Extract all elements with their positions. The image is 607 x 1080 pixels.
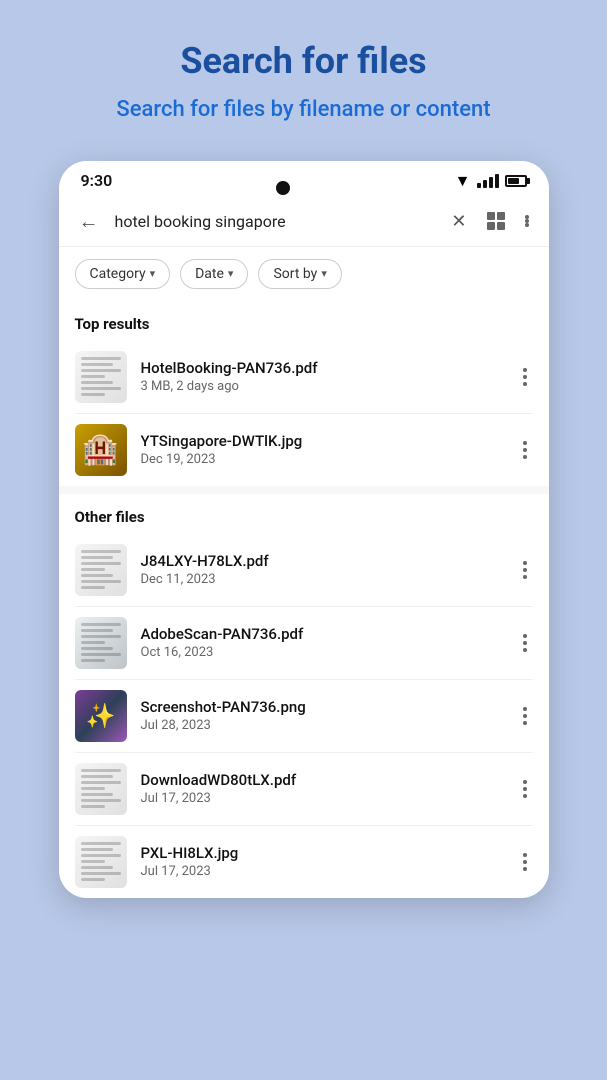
thumb-lines bbox=[75, 544, 127, 595]
camera-dot bbox=[276, 181, 290, 195]
file-thumbnail bbox=[75, 763, 127, 815]
file-info: PXL-HI8LX.jpg Jul 17, 2023 bbox=[141, 844, 503, 879]
list-item[interactable]: AdobeScan-PAN736.pdf Oct 16, 2023 bbox=[59, 607, 549, 679]
status-bar: 9:30 ▼ bbox=[59, 161, 549, 197]
other-files-section: Other files J84LXY-H78LX.pdf Dec 11, 202… bbox=[59, 494, 549, 898]
status-icons: ▼ bbox=[455, 171, 527, 191]
battery-icon bbox=[505, 175, 527, 187]
page-title: Search for files bbox=[116, 40, 490, 82]
file-info: Screenshot-PAN736.png Jul 28, 2023 bbox=[141, 698, 503, 733]
file-more-button[interactable] bbox=[517, 364, 533, 390]
signal-bars bbox=[477, 174, 499, 188]
top-results-title: Top results bbox=[59, 301, 549, 341]
thumb-lines bbox=[75, 351, 127, 402]
file-info: DownloadWD80tLX.pdf Jul 17, 2023 bbox=[141, 771, 503, 806]
file-info: HotelBooking-PAN736.pdf 3 MB, 2 days ago bbox=[141, 359, 503, 394]
file-name: DownloadWD80tLX.pdf bbox=[141, 771, 503, 789]
status-time: 9:30 bbox=[81, 171, 113, 190]
file-more-button[interactable] bbox=[517, 703, 533, 729]
sort-filter[interactable]: Sort by ▾ bbox=[258, 259, 341, 289]
other-files-title: Other files bbox=[59, 494, 549, 534]
file-name: Screenshot-PAN736.png bbox=[141, 698, 503, 716]
file-info: AdobeScan-PAN736.pdf Oct 16, 2023 bbox=[141, 625, 503, 660]
file-more-button[interactable] bbox=[517, 557, 533, 583]
date-chevron-icon: ▾ bbox=[228, 267, 234, 280]
file-name: AdobeScan-PAN736.pdf bbox=[141, 625, 503, 643]
file-thumbnail bbox=[75, 544, 127, 596]
file-thumbnail bbox=[75, 836, 127, 888]
file-thumbnail bbox=[75, 617, 127, 669]
thumb-lines bbox=[75, 836, 127, 887]
signal-bar-2 bbox=[483, 180, 487, 188]
search-bar: ← hotel booking singapore ✕ bbox=[59, 197, 549, 247]
thumb-lines bbox=[75, 617, 127, 668]
file-thumbnail: ✨ bbox=[75, 690, 127, 742]
file-meta: Dec 11, 2023 bbox=[141, 572, 503, 587]
file-meta: Jul 17, 2023 bbox=[141, 864, 503, 879]
more-options-button[interactable] bbox=[521, 211, 533, 231]
sort-chevron-icon: ▾ bbox=[321, 267, 327, 280]
file-more-button[interactable] bbox=[517, 776, 533, 802]
list-item[interactable]: J84LXY-H78LX.pdf Dec 11, 2023 bbox=[59, 534, 549, 606]
sort-label: Sort by bbox=[273, 266, 317, 282]
file-more-button[interactable] bbox=[517, 849, 533, 875]
section-divider bbox=[59, 486, 549, 494]
search-back-button[interactable]: ← bbox=[75, 205, 103, 238]
wifi-icon: ▼ bbox=[455, 171, 471, 191]
file-name: YTSingapore-DWTlK.jpg bbox=[141, 432, 503, 450]
file-meta: Jul 17, 2023 bbox=[141, 791, 503, 806]
phone-frame: 9:30 ▼ ← hotel booking singapore ✕ bbox=[59, 161, 549, 898]
thumb-lines bbox=[75, 763, 127, 814]
file-more-button[interactable] bbox=[517, 437, 533, 463]
grid-icon bbox=[487, 212, 505, 230]
category-label: Category bbox=[90, 266, 146, 282]
file-more-button[interactable] bbox=[517, 630, 533, 656]
top-results-section: Top results HotelBooking-PAN736.pdf 3 MB… bbox=[59, 301, 549, 486]
signal-bar-1 bbox=[477, 183, 481, 188]
page-subtitle: Search for files by filename or content bbox=[116, 96, 490, 125]
file-thumbnail bbox=[75, 351, 127, 403]
file-meta: Oct 16, 2023 bbox=[141, 645, 503, 660]
search-query[interactable]: hotel booking singapore bbox=[115, 212, 436, 231]
date-label: Date bbox=[195, 266, 224, 282]
list-item[interactable]: ✨ Screenshot-PAN736.png Jul 28, 2023 bbox=[59, 680, 549, 752]
stars-icon: ✨ bbox=[86, 702, 116, 730]
file-info: J84LXY-H78LX.pdf Dec 11, 2023 bbox=[141, 552, 503, 587]
signal-bar-3 bbox=[489, 177, 493, 188]
file-name: J84LXY-H78LX.pdf bbox=[141, 552, 503, 570]
list-item[interactable]: PXL-HI8LX.jpg Jul 17, 2023 bbox=[59, 826, 549, 898]
grid-view-button[interactable] bbox=[483, 208, 509, 234]
list-item[interactable]: DownloadWD80tLX.pdf Jul 17, 2023 bbox=[59, 753, 549, 825]
file-meta: 3 MB, 2 days ago bbox=[141, 379, 503, 394]
file-meta: Jul 28, 2023 bbox=[141, 718, 503, 733]
date-filter[interactable]: Date ▾ bbox=[180, 259, 248, 289]
search-clear-button[interactable]: ✕ bbox=[447, 207, 470, 236]
list-item[interactable]: HotelBooking-PAN736.pdf 3 MB, 2 days ago bbox=[59, 341, 549, 413]
file-info: YTSingapore-DWTlK.jpg Dec 19, 2023 bbox=[141, 432, 503, 467]
file-thumbnail: 🏨 bbox=[75, 424, 127, 476]
category-chevron-icon: ▾ bbox=[150, 267, 156, 280]
category-filter[interactable]: Category ▾ bbox=[75, 259, 171, 289]
filter-bar: Category ▾ Date ▾ Sort by ▾ bbox=[59, 247, 549, 301]
file-meta: Dec 19, 2023 bbox=[141, 452, 503, 467]
list-item[interactable]: 🏨 YTSingapore-DWTlK.jpg Dec 19, 2023 bbox=[59, 414, 549, 486]
signal-bar-4 bbox=[495, 174, 499, 188]
file-name: PXL-HI8LX.jpg bbox=[141, 844, 503, 862]
page-header: Search for files Search for files by fil… bbox=[76, 0, 530, 145]
battery-fill bbox=[508, 178, 519, 184]
hotel-icon: 🏨 bbox=[82, 432, 119, 467]
file-name: HotelBooking-PAN736.pdf bbox=[141, 359, 503, 377]
